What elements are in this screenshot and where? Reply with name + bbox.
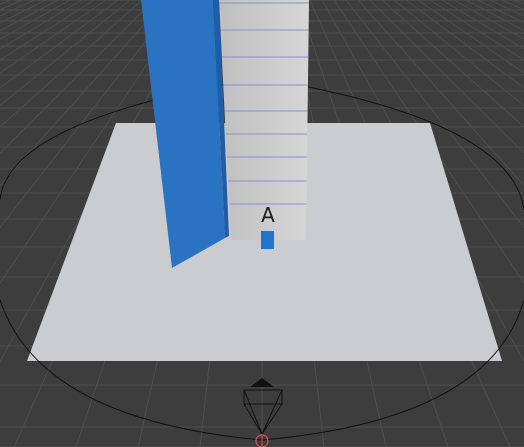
- block-tower[interactable]: A: [219, 0, 309, 240]
- grid-line: [0, 0, 71, 40]
- 3d-viewport[interactable]: A: [0, 0, 524, 447]
- grid-line: [0, 0, 83, 50]
- grid-line: [453, 0, 524, 40]
- grid-line: [0, 0, 47, 24]
- camera-gizmo-icon[interactable]: [243, 378, 283, 447]
- grid-line: [477, 0, 524, 24]
- marker-cube[interactable]: [261, 231, 274, 249]
- grid-line: [0, 0, 35, 17]
- tower-label: A: [261, 203, 275, 227]
- scene-canvas[interactable]: A: [0, 0, 524, 447]
- grid-line: [489, 0, 524, 17]
